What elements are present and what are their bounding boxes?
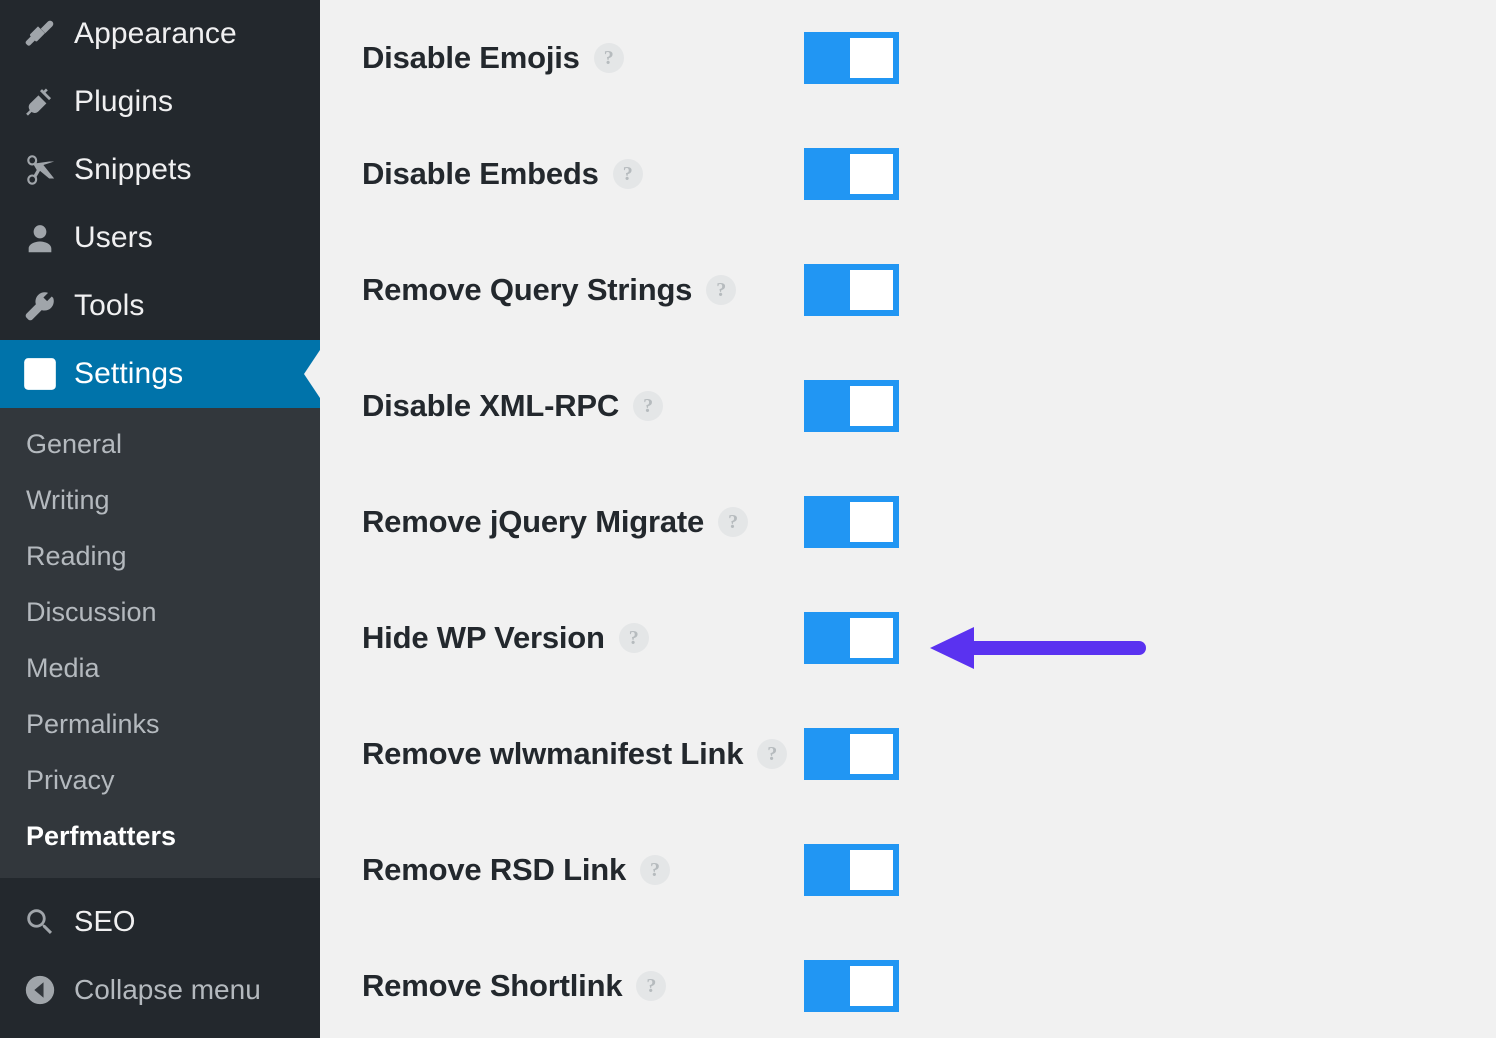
- option-label: Disable Embeds: [362, 156, 599, 191]
- toggle-remove-rsd-link[interactable]: [804, 844, 899, 896]
- user-icon: [16, 221, 64, 255]
- toggle-hide-wp-version[interactable]: [804, 612, 899, 664]
- sidebar-main-menu: Appearance Plugins Snippets Users Tools …: [0, 0, 320, 408]
- option-label-group: Remove wlwmanifest Link ?: [362, 736, 788, 772]
- option-row-remove-query-strings: Remove Query Strings ?: [320, 232, 1496, 348]
- search-icon: [16, 905, 64, 939]
- option-row-disable-embeds: Disable Embeds ?: [320, 116, 1496, 232]
- sidebar-item-label: Appearance: [74, 17, 237, 50]
- help-icon[interactable]: ?: [612, 159, 643, 189]
- paintbrush-icon: [16, 17, 64, 51]
- option-label: Remove Shortlink: [362, 968, 623, 1003]
- sidebar-item-label: Settings: [74, 357, 184, 390]
- submenu-item-media[interactable]: Media: [0, 640, 320, 696]
- sidebar-item-plugins[interactable]: Plugins: [0, 68, 320, 136]
- option-row-disable-xml-rpc: Disable XML-RPC ?: [320, 348, 1496, 464]
- sidebar-item-users[interactable]: Users: [0, 204, 320, 272]
- toggle-knob: [850, 154, 893, 194]
- sidebar-item-snippets[interactable]: Snippets: [0, 136, 320, 204]
- collapse-menu-button[interactable]: Collapse menu: [0, 956, 320, 1024]
- toggle-knob: [850, 850, 893, 890]
- settings-sliders-icon: [16, 355, 64, 393]
- option-label-group: Disable XML-RPC ?: [362, 388, 664, 424]
- option-label: Remove jQuery Migrate: [362, 504, 705, 539]
- help-icon[interactable]: ?: [593, 43, 624, 73]
- help-icon[interactable]: ?: [636, 971, 667, 1001]
- toggle-knob: [850, 386, 893, 426]
- toggle-knob: [850, 966, 893, 1006]
- perfmatters-options-panel: Disable Emojis ? Disable Embeds ? Remove…: [320, 0, 1496, 1038]
- submenu-item-permalinks[interactable]: Permalinks: [0, 696, 320, 752]
- sidebar-item-label: Users: [74, 221, 153, 254]
- sidebar-item-label: SEO: [74, 905, 136, 938]
- toggle-knob: [850, 502, 893, 542]
- toggle-remove-wlwmanifest-link[interactable]: [804, 728, 899, 780]
- sidebar-item-label: Plugins: [74, 85, 174, 118]
- help-icon[interactable]: ?: [718, 507, 749, 537]
- wrench-icon: [16, 289, 64, 323]
- option-label-group: Disable Embeds ?: [362, 156, 643, 192]
- plug-icon: [16, 85, 64, 119]
- collapse-menu-label: Collapse menu: [74, 974, 261, 1005]
- active-menu-pointer: [304, 350, 320, 398]
- option-label: Remove wlwmanifest Link: [362, 736, 744, 771]
- option-label-group: Hide WP Version ?: [362, 620, 649, 656]
- sidebar-item-settings[interactable]: Settings: [0, 340, 320, 408]
- option-label: Remove RSD Link: [362, 852, 627, 887]
- help-icon[interactable]: ?: [618, 623, 649, 653]
- toggle-remove-shortlink[interactable]: [804, 960, 899, 1012]
- option-row-remove-shortlink: Remove Shortlink ?: [320, 928, 1496, 1038]
- help-icon[interactable]: ?: [706, 275, 737, 305]
- toggle-knob: [850, 734, 893, 774]
- toggle-disable-embeds[interactable]: [804, 148, 899, 200]
- option-row-hide-wp-version: Hide WP Version ?: [320, 580, 1496, 696]
- option-row-disable-emojis: Disable Emojis ?: [320, 0, 1496, 116]
- sidebar-bottom-menu: SEO Collapse menu: [0, 878, 320, 1024]
- option-label: Disable XML-RPC: [362, 388, 620, 423]
- admin-sidebar: Appearance Plugins Snippets Users Tools …: [0, 0, 320, 1038]
- wordpress-admin-screen: Appearance Plugins Snippets Users Tools …: [0, 0, 1496, 1038]
- option-label: Hide WP Version: [362, 620, 605, 655]
- option-row-remove-jquery-migrate: Remove jQuery Migrate ?: [320, 464, 1496, 580]
- option-label-group: Remove Shortlink ?: [362, 968, 667, 1004]
- option-label-group: Disable Emojis ?: [362, 40, 624, 76]
- toggle-knob: [850, 38, 893, 78]
- settings-submenu: General Writing Reading Discussion Media…: [0, 408, 320, 878]
- submenu-item-discussion[interactable]: Discussion: [0, 584, 320, 640]
- option-label-group: Remove Query Strings ?: [362, 272, 737, 308]
- toggle-knob: [850, 618, 893, 658]
- option-label-group: Remove RSD Link ?: [362, 852, 671, 888]
- options-list: Disable Emojis ? Disable Embeds ? Remove…: [320, 0, 1496, 1038]
- toggle-remove-jquery-migrate[interactable]: [804, 496, 899, 548]
- toggle-disable-xml-rpc[interactable]: [804, 380, 899, 432]
- toggle-knob: [850, 270, 893, 310]
- submenu-item-writing[interactable]: Writing: [0, 472, 320, 528]
- help-icon[interactable]: ?: [633, 391, 664, 421]
- sidebar-item-label: Snippets: [74, 153, 192, 186]
- option-label: Remove Query Strings: [362, 272, 693, 307]
- help-icon[interactable]: ?: [757, 739, 788, 769]
- sidebar-item-label: Tools: [74, 289, 145, 322]
- sidebar-item-appearance[interactable]: Appearance: [0, 0, 320, 68]
- option-row-remove-rsd-link: Remove RSD Link ?: [320, 812, 1496, 928]
- toggle-remove-query-strings[interactable]: [804, 264, 899, 316]
- submenu-item-general[interactable]: General: [0, 416, 320, 472]
- option-row-remove-wlwmanifest-link: Remove wlwmanifest Link ?: [320, 696, 1496, 812]
- scissors-icon: [16, 153, 64, 187]
- help-icon[interactable]: ?: [640, 855, 671, 885]
- submenu-item-reading[interactable]: Reading: [0, 528, 320, 584]
- submenu-item-perfmatters[interactable]: Perfmatters: [0, 808, 320, 864]
- toggle-disable-emojis[interactable]: [804, 32, 899, 84]
- collapse-arrow-icon: [16, 973, 64, 1007]
- submenu-item-privacy[interactable]: Privacy: [0, 752, 320, 808]
- sidebar-item-seo[interactable]: SEO: [0, 888, 320, 956]
- sidebar-item-tools[interactable]: Tools: [0, 272, 320, 340]
- option-label-group: Remove jQuery Migrate ?: [362, 504, 749, 540]
- option-label: Disable Emojis: [362, 40, 580, 75]
